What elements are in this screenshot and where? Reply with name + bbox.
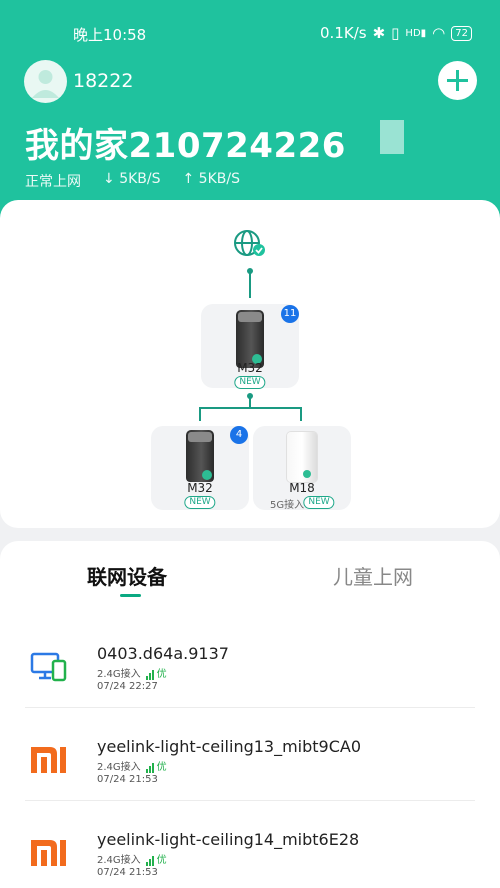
divider: [25, 707, 475, 708]
globe-icon: [234, 230, 265, 256]
network-status-row: 正常上网 ↓ 5KB/S ↑ 5KB/S: [25, 171, 240, 191]
signal-bars-icon: [145, 763, 154, 773]
user-icon: [32, 70, 59, 98]
net-status: 正常上网: [25, 174, 81, 190]
device-band: 2.4G接入: [97, 762, 141, 773]
divider: [25, 800, 475, 801]
bluetooth-icon: ✱: [372, 24, 386, 42]
satellite-node-m18[interactable]: M18 5G接入 NEW: [253, 426, 351, 511]
add-button[interactable]: [438, 61, 477, 100]
router-image: [287, 432, 317, 482]
access-band-label: 5G接入: [270, 500, 305, 511]
device-time: 07/24 21:53: [97, 774, 158, 785]
device-band: 2.4G接入: [97, 669, 141, 680]
chevron-right-icon[interactable]: [380, 120, 404, 154]
device-name: 0403.d64a.9137: [97, 644, 229, 663]
upload-speed: ↑ 5KB/S: [182, 171, 240, 187]
connector-line: [199, 407, 302, 409]
node-model: M32: [187, 481, 213, 495]
device-name: yeelink-light-ceiling14_mibt6E28: [97, 830, 360, 849]
avatar[interactable]: [24, 60, 67, 103]
device-name: yeelink-light-ceiling13_mibt9CA0: [97, 737, 362, 756]
device-time: 07/24 21:53: [97, 867, 158, 878]
device-count-badge: 11: [281, 305, 299, 323]
connector-line: [199, 407, 201, 421]
router-image: [186, 430, 214, 482]
device-meta: 2.4G接入 优: [97, 851, 167, 866]
home-title[interactable]: 我的家210724226: [25, 118, 346, 167]
tab-kids-internet[interactable]: 儿童上网: [333, 561, 413, 590]
device-count-badge: 4: [230, 426, 248, 444]
vibrate-icon: ▯: [391, 24, 400, 42]
connector-line: [249, 270, 251, 298]
signal-quality: 优: [145, 665, 167, 680]
device-time: 07/24 22:27: [97, 681, 158, 692]
list-item[interactable]: yeelink-light-ceiling13_mibt9CA0 2.4G接入 …: [0, 713, 500, 805]
header: 晚上10:58 0.1K/s ✱ ▯ HD▮ ◠ 72 18222 我的家210…: [0, 0, 500, 232]
device-meta: 2.4G接入 优: [97, 758, 167, 773]
router-image: [236, 310, 264, 368]
signal-quality: 优: [145, 758, 167, 773]
signal-icon: HD▮: [405, 27, 427, 39]
new-badge: NEW: [234, 376, 266, 389]
tab-connected-devices[interactable]: 联网设备: [87, 561, 167, 590]
node-model: M18: [289, 481, 315, 495]
signal-quality: 优: [145, 851, 167, 866]
node-model: M32: [237, 361, 263, 375]
list-item[interactable]: 0403.d64a.9137 2.4G接入 优 07/24 22:27: [0, 620, 500, 712]
phone-number: 18222: [73, 70, 134, 92]
device-band: 2.4G接入: [97, 855, 141, 866]
wifi-icon: ◠: [432, 24, 446, 42]
status-time: 晚上10:58: [73, 26, 147, 44]
battery-icon: 72: [451, 25, 472, 41]
mi-logo-icon: [31, 747, 66, 773]
download-speed: ↓ 5KB/S: [103, 171, 161, 187]
network-speed: 0.1K/s: [320, 24, 367, 42]
signal-bars-icon: [145, 856, 154, 866]
computer-phone-icon: [30, 652, 67, 682]
connector-line: [300, 407, 302, 421]
list-item[interactable]: yeelink-light-ceiling14_mibt6E28 2.4G接入 …: [0, 806, 500, 888]
new-badge: NEW: [303, 496, 335, 509]
signal-bars-icon: [145, 670, 154, 680]
tab-indicator: [120, 594, 141, 597]
device-meta: 2.4G接入 优: [97, 665, 167, 680]
status-icons: 0.1K/s ✱ ▯ HD▮ ◠ 72: [320, 24, 472, 42]
status-bar: 晚上10:58 0.1K/s ✱ ▯ HD▮ ◠ 72: [0, 22, 500, 46]
mi-logo-icon: [31, 840, 66, 866]
new-badge: NEW: [184, 496, 216, 509]
